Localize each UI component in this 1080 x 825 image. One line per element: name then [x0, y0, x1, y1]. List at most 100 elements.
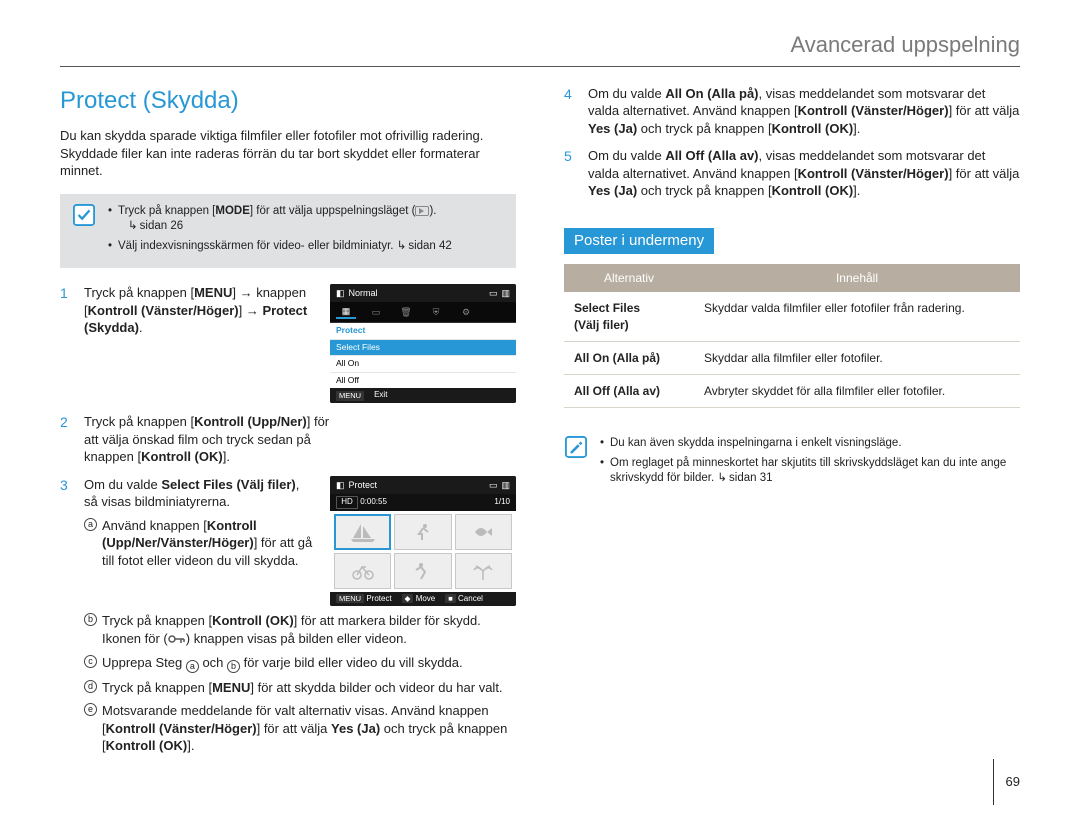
screen-foot-btn: MENU	[336, 391, 364, 401]
two-column-layout: Protect (Skydda) Du kan skydda sparade v…	[60, 85, 1020, 725]
step-5: Om du valde All Off (Alla av), visas med…	[564, 147, 1020, 200]
page-number: 69	[993, 759, 1020, 805]
page: Avancerad uppspelning Protect (Skydda) D…	[0, 0, 1080, 825]
fish-icon	[473, 522, 493, 542]
table-head-option: Alternativ	[564, 264, 694, 292]
cyclist-icon	[351, 562, 375, 580]
note-list: Tryck på knappen [MODE] för att välja up…	[108, 204, 452, 259]
step-3: Om du valde Select Files (Välj filer), s…	[60, 476, 516, 755]
screen-topbar: ◧ Protect ▭ ▥	[330, 476, 516, 494]
note2-list: Du kan även skydda inspelningarna i enke…	[600, 436, 1020, 491]
substep-c: c Upprepa Steg a och b för varje bild el…	[84, 654, 516, 673]
battery-icon: ▥	[501, 287, 510, 299]
note2-ref: sidan 31	[717, 472, 772, 484]
step-3-text: Om du valde Select Files (Välj filer), s…	[84, 476, 314, 576]
marker-c: c	[84, 655, 97, 668]
right-column: Om du valde All On (Alla på), visas medd…	[564, 85, 1020, 725]
tab-protect-icon: ⛨	[426, 305, 446, 319]
sub-steps: a Använd knappen [Kontroll (Upp/Ner/Väns…	[84, 517, 314, 570]
substep-b: b Tryck på knappen [Kontroll (OK)] för a…	[84, 612, 516, 647]
note2-item: Om reglaget på minneskortet har skjutits…	[600, 456, 1020, 487]
marker-a: a	[84, 518, 97, 531]
tab-trash-icon: 🗑	[396, 305, 416, 319]
note2-item: Du kan även skydda inspelningarna i enke…	[600, 436, 1020, 452]
note-item: Välj indexvisningsskärmen för video- ell…	[108, 239, 452, 255]
screen-foot: MENU Exit	[330, 388, 516, 403]
intro-paragraph: Du kan skydda sparade viktiga filmfiler …	[60, 127, 516, 180]
tab-settings-icon: ⚙	[456, 305, 476, 319]
step-2: Tryck på knappen [Kontroll (Upp/Ner)] fö…	[60, 413, 516, 466]
step-5-text: Om du valde All Off (Alla av), visas med…	[588, 147, 1020, 200]
screen-tabs: ▦ ▭ 🗑 ⛨ ⚙	[330, 302, 516, 323]
playback-icon	[415, 206, 429, 216]
sd-icon: ◧	[336, 479, 345, 491]
card-icon: ▭	[489, 287, 498, 299]
thumb	[394, 514, 451, 550]
sailboat-icon	[349, 522, 377, 542]
note-item: Tryck på knappen [MODE] för att välja up…	[108, 204, 452, 235]
table-cell-desc: Avbryter skyddet för alla filmfiler elle…	[694, 374, 1020, 407]
note-text: Välj indexvisningsskärmen för video- ell…	[118, 240, 393, 252]
table-row: Select Files (Välj filer) Skyddar valda …	[564, 292, 1020, 341]
table-cell-desc: Skyddar valda filmfiler eller fotofiler …	[694, 292, 1020, 341]
note-box: Tryck på knappen [MODE] för att välja up…	[60, 194, 516, 269]
substep-d: d Tryck på knappen [MENU] för att skydda…	[84, 679, 516, 697]
table-head-content: Innehåll	[694, 264, 1020, 292]
table-row: All Off (Alla av) Avbryter skyddet för a…	[564, 374, 1020, 407]
step-1-text: Tryck på knappen [MENU] → knappen [Kontr…	[84, 284, 314, 337]
pencil-note-icon	[564, 436, 588, 458]
screen-topbar: ◧ Normal ▭ ▥	[330, 284, 516, 302]
screen-menu-item: Select Files	[330, 339, 516, 355]
note-ref: sidan 26	[118, 219, 452, 235]
runner-icon	[413, 522, 433, 542]
sub-steps-cont: b Tryck på knappen [Kontroll (OK)] för a…	[84, 612, 516, 754]
thumb-selected	[334, 514, 391, 550]
screen-menu-item: All Off	[330, 372, 516, 388]
note-box-2: Du kan även skydda inspelningarna i enke…	[564, 426, 1020, 501]
card-icon: ▭	[489, 479, 498, 491]
steps-list-right: Om du valde All On (Alla på), visas medd…	[564, 85, 1020, 200]
marker-e: e	[84, 703, 97, 716]
hd-icon: HD	[336, 496, 358, 509]
table-cell-option: Select Files (Välj filer)	[564, 292, 694, 341]
step-2-text: Tryck på knappen [Kontroll (Upp/Ner)] fö…	[84, 413, 339, 466]
screen-menu-item: All On	[330, 355, 516, 371]
thumb	[394, 553, 451, 589]
battery-icon: ▥	[501, 479, 510, 491]
thumb	[455, 514, 512, 550]
marker-d: d	[84, 680, 97, 693]
table-row: All On (Alla på) Skyddar alla filmfiler …	[564, 341, 1020, 374]
key-lock-icon	[168, 632, 186, 644]
sd-icon: ◧	[336, 287, 345, 299]
tab-video-icon: ▦	[336, 305, 356, 319]
inline-marker-b: b	[227, 660, 240, 673]
palm-icon	[472, 562, 494, 580]
screen-foot-label: Exit	[374, 390, 387, 401]
thumb	[334, 553, 391, 589]
marker-b: b	[84, 613, 97, 626]
options-table: Alternativ Innehåll Select Files (Välj f…	[564, 264, 1020, 408]
note-ref: sidan 42	[397, 240, 452, 252]
section-title: Protect (Skydda)	[60, 85, 516, 117]
thumb	[455, 553, 512, 589]
table-cell-option: All On (Alla på)	[564, 341, 694, 374]
header-rule	[60, 66, 1020, 67]
camera-screen-menu: ◧ Normal ▭ ▥ ▦ ▭ 🗑 ⛨ ⚙ Prot	[330, 284, 516, 403]
steps-list: Tryck på knappen [MENU] → knappen [Kontr…	[60, 284, 516, 754]
substep-a: a Använd knappen [Kontroll (Upp/Ner/Väns…	[84, 517, 314, 570]
step-1: Tryck på knappen [MENU] → knappen [Kontr…	[60, 284, 516, 403]
screen-thumbs	[330, 511, 516, 592]
camera-screen-thumbnails: ◧ Protect ▭ ▥ HD 0:00:55 1/10	[330, 476, 516, 607]
note-text: Tryck på knappen [MODE] för att välja up…	[118, 205, 436, 217]
step-4-text: Om du valde All On (Alla på), visas medd…	[588, 85, 1020, 138]
table-cell-desc: Skyddar alla filmfiler eller fotofiler.	[694, 341, 1020, 374]
table-cell-option: All Off (Alla av)	[564, 374, 694, 407]
screen-menu-head: Protect	[330, 323, 516, 338]
tab-display-icon: ▭	[366, 305, 386, 319]
left-column: Protect (Skydda) Du kan skydda sparade v…	[60, 85, 516, 725]
table-head-row: Alternativ Innehåll	[564, 264, 1020, 292]
inline-marker-a: a	[186, 660, 199, 673]
step-4: Om du valde All On (Alla på), visas medd…	[564, 85, 1020, 138]
runner2-icon	[413, 561, 433, 581]
step-3-lead: Om du valde Select Files (Välj filer), s…	[84, 476, 314, 511]
